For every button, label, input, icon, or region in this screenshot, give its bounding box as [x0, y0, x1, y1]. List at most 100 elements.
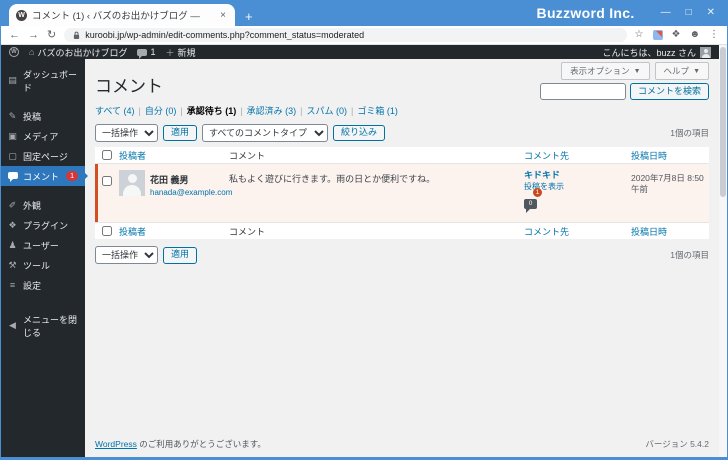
column-date[interactable]: 投稿日時 [631, 225, 709, 238]
column-date[interactable]: 投稿日時 [631, 149, 709, 162]
comments-table: 投稿者 コメント コメント先 投稿日時 花田 義男 hanada@example… [95, 147, 709, 240]
window-title: Buzzword Inc. [536, 5, 635, 21]
bookmark-star-icon[interactable]: ☆ [635, 30, 644, 40]
in-response-post-link[interactable]: キドキド [524, 170, 631, 182]
comment-status-filters: すべて (4) | 自分 (0) | 承認待ち (1) | 承認済み (3) |… [95, 104, 398, 117]
tab-close-icon[interactable]: × [218, 10, 228, 21]
avatar [700, 46, 711, 58]
column-comment: コメント [229, 150, 266, 161]
lock-icon [74, 31, 80, 39]
url-text[interactable]: kuroobi.jp/wp-admin/edit-comments.php?co… [85, 30, 364, 40]
author-email-link[interactable]: hanada@example.com [150, 188, 232, 198]
browser-tab[interactable]: W コメント (1) ‹ バズのお出かけブログ — × [9, 4, 235, 26]
admin-bar-new-link[interactable]: ＋ 新規 [165, 46, 195, 59]
apply-button-bottom[interactable]: 適用 [163, 246, 198, 264]
select-all-checkbox-bottom[interactable] [102, 225, 112, 236]
sidebar-item-users[interactable]: ♟ ユーザー [1, 235, 85, 255]
extensions-icon[interactable]: ❖ [672, 30, 681, 40]
sidebar-item-settings[interactable]: ≡ 設定 [1, 275, 85, 295]
sidebar-item-tools[interactable]: ⚒ ツール [1, 255, 85, 275]
column-comment: コメント [229, 226, 266, 237]
wp-admin-bar: W ⌂ バズのお出かけブログ 1 ＋ 新規 こんにちは、buzz さん [1, 45, 719, 59]
browser-menu-icon[interactable]: ⋮ [709, 30, 719, 40]
pending-count-badge: 1 [533, 188, 542, 198]
dashboard-icon: ▤ [8, 75, 17, 85]
new-tab-button[interactable]: + [245, 10, 253, 23]
avatar [119, 170, 145, 196]
wordpress-footer-link[interactable]: WordPress [95, 439, 137, 449]
filter-pending[interactable]: 承認待ち (1) [187, 104, 237, 117]
comment-type-select[interactable]: すべてのコメントタイプ [202, 124, 329, 142]
sidebar-item-plugins[interactable]: ❖ プラグイン [1, 215, 85, 235]
browser-window: W コメント (1) ‹ バズのお出かけブログ — × + Buzzword I… [0, 0, 728, 460]
url-bar[interactable]: kuroobi.jp/wp-admin/edit-comments.php?co… [64, 28, 627, 42]
bulk-action-select[interactable]: 一括操作 [95, 124, 158, 142]
appearance-icon: ✐ [8, 199, 17, 210]
scrollbar-thumb[interactable] [720, 47, 726, 197]
forward-icon[interactable]: → [28, 29, 39, 41]
users-icon: ♟ [8, 239, 17, 250]
filter-approved[interactable]: 承認済み (3) [247, 104, 297, 117]
comment-date: 2020年7月8日 8:50 午前 [631, 173, 704, 195]
select-all-checkbox[interactable] [102, 149, 112, 160]
scrollbar[interactable] [719, 45, 727, 457]
sidebar-item-dashboard[interactable]: ▤ ダッシュボード [1, 64, 85, 97]
search-input[interactable] [539, 83, 626, 100]
extension-icon[interactable] [652, 30, 663, 40]
back-icon[interactable]: ← [9, 29, 20, 41]
comment-text: 私もよく遊びに行きます。雨の日とか便利ですね。 [229, 174, 436, 184]
column-in-response-to[interactable]: コメント先 [524, 225, 631, 238]
chevron-down-icon: ▼ [693, 67, 700, 75]
column-author[interactable]: 投稿者 [119, 225, 229, 238]
posts-icon: ✎ [8, 110, 17, 121]
comment-bubble-icon: 0 [524, 198, 537, 213]
sidebar-item-appearance[interactable]: ✐ 外観 [1, 195, 85, 215]
tablenav-top: 一括操作 適用 すべてのコメントタイプ 絞り込み 1個の項目 [95, 124, 709, 142]
sidebar-item-media[interactable]: ▣ メディア [1, 126, 85, 146]
table-header: 投稿者 コメント コメント先 投稿日時 [95, 147, 709, 164]
plugins-icon: ❖ [8, 219, 17, 230]
plus-icon: ＋ [165, 47, 175, 58]
admin-footer: WordPress のご利用ありがとうございます。 バージョン 5.4.2 [95, 439, 709, 449]
tablenav-bottom: 一括操作 適用 1個の項目 [95, 246, 709, 265]
comment-bubble-icon [137, 48, 148, 59]
items-count: 1個の項目 [670, 250, 709, 261]
column-author[interactable]: 投稿者 [119, 149, 229, 162]
admin-bar-greeting[interactable]: こんにちは、buzz さん [602, 46, 696, 59]
media-icon: ▣ [8, 130, 17, 141]
titlebar: W コメント (1) ‹ バズのお出かけブログ — × + Buzzword I… [1, 0, 727, 26]
column-in-response-to[interactable]: コメント先 [524, 149, 631, 162]
tools-icon: ⚒ [8, 259, 17, 270]
author-name: 花田 義男 [150, 175, 189, 185]
sidebar-item-pages[interactable]: ▢ 固定ページ [1, 146, 85, 166]
minimize-button[interactable]: — [661, 8, 671, 18]
admin-bar-site-link[interactable]: ⌂ バズのお出かけブログ [29, 46, 127, 59]
search-comments-button[interactable]: コメントを検索 [629, 83, 709, 100]
row-checkbox[interactable] [102, 175, 112, 186]
sidebar-item-comments[interactable]: コメント 1 [1, 166, 85, 186]
sidebar-item-posts[interactable]: ✎ 投稿 [1, 106, 85, 126]
items-count: 1個の項目 [670, 128, 709, 138]
maximize-button[interactable]: □ [686, 8, 692, 18]
table-footer-header: 投稿者 コメント コメント先 投稿日時 [95, 222, 709, 240]
collapse-menu-button[interactable]: ◀ メニューを閉じる [1, 309, 85, 342]
screen-options-button[interactable]: 表示オプション ▼ [561, 62, 650, 80]
apply-button[interactable]: 適用 [163, 124, 198, 142]
wordpress-logo-icon[interactable]: W [9, 47, 19, 57]
profile-icon[interactable]: ☻ [689, 30, 700, 40]
close-button[interactable]: ✕ [707, 8, 715, 18]
version-text: バージョン 5.4.2 [645, 439, 709, 449]
bulk-action-select-bottom[interactable]: 一括操作 [95, 246, 158, 265]
reload-icon[interactable]: ↻ [47, 29, 56, 41]
help-button[interactable]: ヘルプ ▼ [654, 62, 709, 80]
admin-bar-comments-link[interactable]: 1 [137, 47, 155, 59]
filter-button[interactable]: 絞り込み [333, 124, 386, 142]
filter-all[interactable]: すべて (4) [95, 104, 135, 117]
comments-icon [7, 171, 18, 182]
settings-icon: ≡ [9, 280, 16, 290]
post-comment-count[interactable]: 0 1 [524, 188, 542, 213]
filter-spam[interactable]: スパム (0) [307, 104, 348, 117]
browser-toolbar: ← → ↻ kuroobi.jp/wp-admin/edit-comments.… [1, 26, 727, 45]
filter-trash[interactable]: ゴミ箱 (1) [357, 104, 398, 117]
filter-mine[interactable]: 自分 (0) [145, 104, 177, 117]
